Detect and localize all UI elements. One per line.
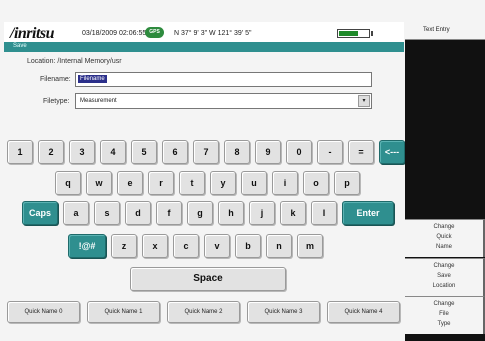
- key-v[interactable]: v: [204, 234, 230, 258]
- key-8[interactable]: 8: [224, 140, 250, 164]
- softkey-label-line: Save: [437, 273, 451, 279]
- filename-label: Filename:: [40, 76, 71, 83]
- key-9[interactable]: 9: [255, 140, 281, 164]
- softkey-menu-title-text: Text Entry: [423, 27, 450, 33]
- key-f[interactable]: f: [156, 201, 182, 225]
- title-bar: Save: [4, 42, 404, 52]
- battery-fill: [339, 31, 358, 36]
- key-d[interactable]: d: [125, 201, 151, 225]
- softkey-menu-title: Text Entry: [405, 22, 485, 40]
- key-s[interactable]: s: [94, 201, 120, 225]
- backspace-key[interactable]: <---: [379, 140, 405, 164]
- key-x[interactable]: x: [142, 234, 168, 258]
- softkey-label-line: Location: [432, 283, 456, 289]
- page-title: Save: [13, 43, 27, 49]
- instrument-screen: /inritsu 03/18/2009 02:06:55 pm GPS N 37…: [0, 0, 485, 341]
- softkey-label-line: Change: [433, 224, 455, 230]
- key-=[interactable]: =: [348, 140, 374, 164]
- softkey-label-line: Change: [433, 301, 455, 307]
- softkey-label-line: Name: [435, 244, 452, 250]
- key-o[interactable]: o: [303, 171, 329, 195]
- softkey-change-quick-name[interactable]: Change Quick Name: [405, 219, 485, 257]
- filename-field[interactable]: Filename: [75, 72, 372, 87]
- key-3[interactable]: 3: [69, 140, 95, 164]
- quick-name-button-4[interactable]: Quick Name 4: [327, 301, 400, 323]
- gps-icon: GPS: [145, 27, 164, 38]
- space-key[interactable]: Space: [130, 267, 286, 291]
- quick-name-button-2[interactable]: Quick Name 2: [167, 301, 240, 323]
- softkey-change-save-location[interactable]: Change Save Location: [405, 258, 485, 296]
- gps-coordinates: N 37° 9' 3" W 121° 39' 5": [174, 30, 252, 37]
- key-1[interactable]: 1: [7, 140, 33, 164]
- enter-key[interactable]: Enter: [342, 201, 394, 225]
- key-0[interactable]: 0: [286, 140, 312, 164]
- softkey-label-line: Quick: [436, 234, 452, 240]
- key-a[interactable]: a: [63, 201, 89, 225]
- key-r[interactable]: r: [148, 171, 174, 195]
- softkey-change-file-type[interactable]: Change File Type: [405, 296, 485, 334]
- key-i[interactable]: i: [272, 171, 298, 195]
- key-p[interactable]: p: [334, 171, 360, 195]
- key-w[interactable]: w: [86, 171, 112, 195]
- key-e[interactable]: e: [117, 171, 143, 195]
- softkey-label-line: Type: [437, 321, 451, 327]
- key-u[interactable]: u: [241, 171, 267, 195]
- location-text: Location: /Internal Memory/usr: [27, 58, 122, 65]
- caps-key[interactable]: Caps: [22, 201, 58, 225]
- filetype-label: Filetype:: [43, 98, 70, 105]
- quick-name-button-0[interactable]: Quick Name 0: [7, 301, 80, 323]
- key-z[interactable]: z: [111, 234, 137, 258]
- key-5[interactable]: 5: [131, 140, 157, 164]
- key-4[interactable]: 4: [100, 140, 126, 164]
- brand-logo: /inritsu: [10, 25, 55, 42]
- key-k[interactable]: k: [280, 201, 306, 225]
- key-q[interactable]: q: [55, 171, 81, 195]
- key--[interactable]: -: [317, 140, 343, 164]
- key-h[interactable]: h: [218, 201, 244, 225]
- filename-value: Filename: [78, 75, 107, 83]
- key-n[interactable]: n: [266, 234, 292, 258]
- key-2[interactable]: 2: [38, 140, 64, 164]
- key-y[interactable]: y: [210, 171, 236, 195]
- key-g[interactable]: g: [187, 201, 213, 225]
- quick-name-button-1[interactable]: Quick Name 1: [87, 301, 160, 323]
- dropdown-arrow-icon[interactable]: ▾: [358, 95, 370, 107]
- softkey-label-line: File: [439, 311, 449, 317]
- softkey-label-line: Change: [433, 263, 455, 269]
- key-c[interactable]: c: [173, 234, 199, 258]
- key-l[interactable]: l: [311, 201, 337, 225]
- key-6[interactable]: 6: [162, 140, 188, 164]
- filetype-select[interactable]: Measurement ▾: [75, 93, 372, 109]
- quick-name-button-3[interactable]: Quick Name 3: [247, 301, 320, 323]
- key-7[interactable]: 7: [193, 140, 219, 164]
- key-m[interactable]: m: [297, 234, 323, 258]
- key-j[interactable]: j: [249, 201, 275, 225]
- symbols-key[interactable]: !@#: [68, 234, 106, 258]
- key-t[interactable]: t: [179, 171, 205, 195]
- key-b[interactable]: b: [235, 234, 261, 258]
- filetype-value: Measurement: [80, 98, 117, 104]
- battery-icon: [337, 29, 370, 38]
- battery-tip: [371, 31, 373, 36]
